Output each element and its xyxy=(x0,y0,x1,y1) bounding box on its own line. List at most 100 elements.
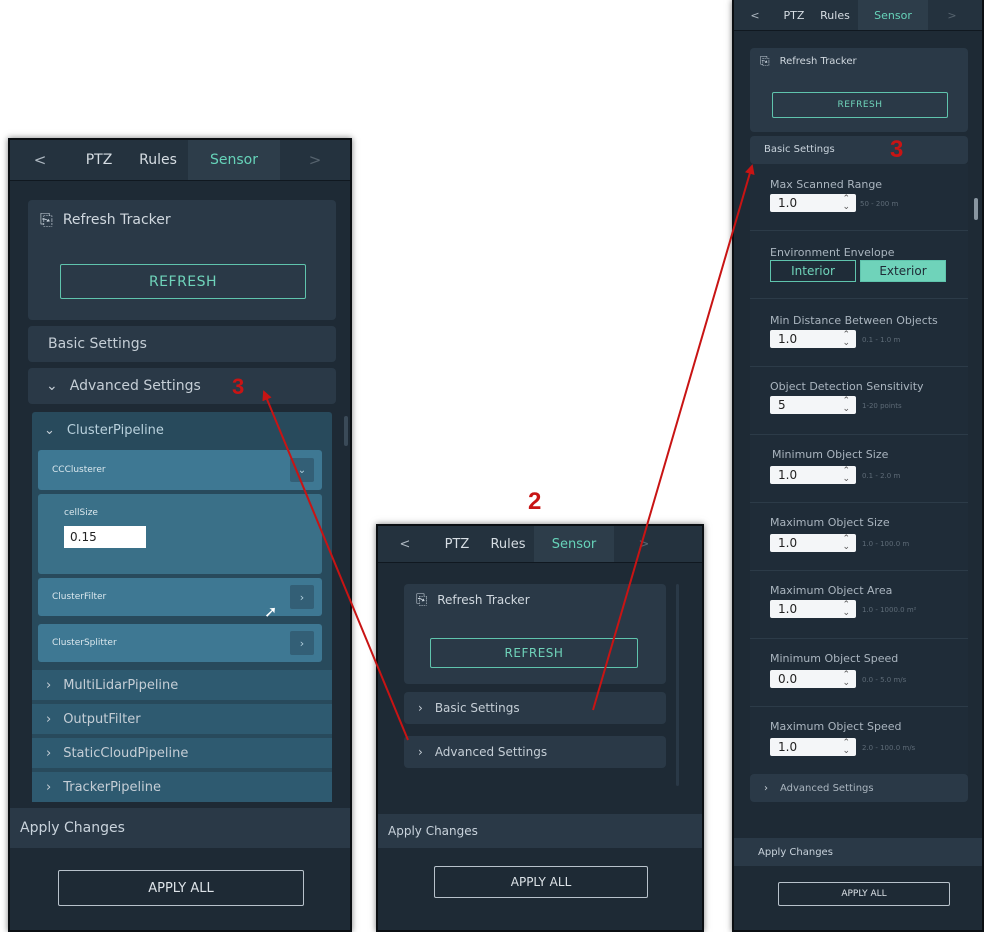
chevron-right-icon[interactable]: › xyxy=(290,631,314,655)
spinner-arrows-icon[interactable]: ⌃ ⌄ xyxy=(842,601,850,618)
spinner-arrows-icon[interactable]: ⌃ ⌄ xyxy=(842,195,850,212)
tracker-icon: ⎘ xyxy=(416,592,428,608)
apply-changes-title: Apply Changes xyxy=(758,846,833,858)
scrollbar[interactable] xyxy=(344,416,348,446)
tab-back-arrow[interactable]: < xyxy=(10,140,70,180)
tab-forward-arrow[interactable]: > xyxy=(614,526,674,562)
basic-settings-header[interactable]: Basic Settings xyxy=(750,136,968,164)
max-object-speed-input[interactable]: 1.0 ⌃ ⌄ xyxy=(770,738,856,756)
tab-sensor[interactable]: Sensor xyxy=(534,526,614,562)
tab-forward-arrow[interactable]: > xyxy=(928,0,976,30)
max-object-size-value: 1.0 xyxy=(778,536,798,550)
detection-sensitivity-label: Object Detection Sensitivity xyxy=(770,380,924,393)
refresh-button[interactable]: REFRESH xyxy=(772,92,948,118)
chevron-right-icon[interactable]: › xyxy=(290,585,314,609)
tab-rules[interactable]: Rules xyxy=(128,140,188,180)
tab-ptz[interactable]: PTZ xyxy=(70,140,128,180)
advanced-settings-row[interactable]: › Advanced Settings xyxy=(404,736,666,768)
advanced-settings-row[interactable]: ⌄ Advanced Settings xyxy=(28,368,336,404)
min-distance-hint: 0.1 - 1.0 m xyxy=(862,336,901,344)
divider xyxy=(750,570,968,571)
apply-all-button[interactable]: APPLY ALL xyxy=(434,866,648,898)
cc-clusterer-row[interactable]: CCClusterer ⌄ xyxy=(38,450,322,490)
scrollbar[interactable] xyxy=(974,198,978,220)
interior-toggle[interactable]: Interior xyxy=(770,260,856,282)
basic-settings-row[interactable]: › Basic Settings xyxy=(404,692,666,724)
apply-changes-bar: Apply Changes xyxy=(734,838,982,866)
max-object-size-input[interactable]: 1.0 ⌃ ⌄ xyxy=(770,534,856,552)
tab-forward-arrow[interactable]: > xyxy=(280,140,350,180)
spinner-arrows-icon[interactable]: ⌃ ⌄ xyxy=(842,535,850,552)
chevron-right-icon: › xyxy=(418,701,423,715)
output-filter-row[interactable]: › OutputFilter xyxy=(32,704,332,734)
chevron-right-icon: › xyxy=(46,677,52,693)
tracker-pipeline-row[interactable]: › TrackerPipeline xyxy=(32,772,332,802)
tab-ptz[interactable]: PTZ xyxy=(432,526,482,562)
max-scanned-range-value: 1.0 xyxy=(778,196,798,210)
max-scanned-range-input[interactable]: 1.0 ⌃ ⌄ xyxy=(770,194,856,212)
refresh-tracker-title: Refresh Tracker xyxy=(437,593,530,607)
min-distance-input[interactable]: 1.0 ⌃ ⌄ xyxy=(770,330,856,348)
chevron-down-icon: ⌄ xyxy=(46,378,58,394)
max-object-speed-label: Maximum Object Speed xyxy=(770,720,902,733)
tab-bar: < PTZ Rules Sensor > xyxy=(378,526,702,563)
min-object-speed-input[interactable]: 0.0 ⌃ ⌄ xyxy=(770,670,856,688)
refresh-button[interactable]: REFRESH xyxy=(430,638,638,668)
cluster-filter-row[interactable]: ClusterFilter › xyxy=(38,578,322,616)
spinner-arrows-icon[interactable]: ⌃ ⌄ xyxy=(842,331,850,348)
step-2-label: 2 xyxy=(528,488,542,515)
basic-settings-row[interactable]: Basic Settings xyxy=(28,326,336,362)
detection-sensitivity-value: 5 xyxy=(778,398,786,412)
refresh-tracker-title: Refresh Tracker xyxy=(779,56,857,67)
tab-sensor[interactable]: Sensor xyxy=(188,140,280,180)
max-object-area-label: Maximum Object Area xyxy=(770,584,893,597)
min-distance-label: Min Distance Between Objects xyxy=(770,314,938,327)
chevron-down-icon: ⌄ xyxy=(44,422,55,438)
tab-sensor[interactable]: Sensor xyxy=(858,0,928,30)
max-scanned-range-label: Max Scanned Range xyxy=(770,178,883,191)
tab-ptz[interactable]: PTZ xyxy=(776,0,812,30)
advanced-settings-row[interactable]: › Advanced Settings xyxy=(750,774,968,802)
basic-settings-label: Basic Settings xyxy=(764,144,835,155)
max-object-area-input[interactable]: 1.0 ⌃ ⌄ xyxy=(770,600,856,618)
apply-all-button[interactable]: APPLY ALL xyxy=(778,882,950,906)
max-object-area-hint: 1.0 - 1000.0 m² xyxy=(862,606,917,614)
right-panel: < PTZ Rules Sensor > ⎘ Refresh Tracker R… xyxy=(732,0,984,932)
spinner-arrows-icon[interactable]: ⌃ ⌄ xyxy=(842,467,850,484)
static-cloud-row[interactable]: › StaticCloudPipeline xyxy=(32,738,332,768)
min-object-size-input[interactable]: 1.0 ⌃ ⌄ xyxy=(770,466,856,484)
refresh-tracker-title: Refresh Tracker xyxy=(62,212,171,228)
chevron-down-icon[interactable]: ⌄ xyxy=(290,458,314,482)
exterior-toggle[interactable]: Exterior xyxy=(860,260,946,282)
cluster-splitter-row[interactable]: ClusterSplitter › xyxy=(38,624,322,662)
spinner-arrows-icon[interactable]: ⌃ ⌄ xyxy=(842,739,850,756)
apply-all-button[interactable]: APPLY ALL xyxy=(58,870,304,906)
output-filter-label: OutputFilter xyxy=(63,711,141,727)
multi-lidar-row[interactable]: › MultiLidarPipeline xyxy=(32,670,332,700)
chevron-right-icon: › xyxy=(418,745,423,759)
divider xyxy=(750,298,968,299)
min-object-speed-value: 0.0 xyxy=(778,672,798,686)
middle-panel: < PTZ Rules Sensor > ⎘ Refresh Tracker R… xyxy=(376,524,704,932)
basic-settings-label-row: › Basic Settings xyxy=(418,692,520,724)
cell-size-input[interactable]: 0.15 xyxy=(64,526,146,548)
basic-settings-label: Basic Settings xyxy=(48,336,147,352)
max-object-size-label: Maximum Object Size xyxy=(770,516,890,529)
spinner-arrows-icon[interactable]: ⌃ ⌄ xyxy=(842,671,850,688)
basic-settings-label: Basic Settings xyxy=(434,701,520,715)
tab-rules[interactable]: Rules xyxy=(812,0,858,30)
tab-back-arrow[interactable]: < xyxy=(734,0,776,30)
refresh-tracker-section: ⎘ Refresh Tracker REFRESH xyxy=(28,200,336,320)
refresh-button[interactable]: REFRESH xyxy=(60,264,306,299)
apply-changes-bar: Apply Changes xyxy=(378,814,702,848)
step-3-left-label: 3 xyxy=(232,374,245,399)
spinner-arrows-icon[interactable]: ⌃ ⌄ xyxy=(842,397,850,414)
cluster-pipeline-row[interactable]: ⌄ ClusterPipeline xyxy=(44,416,164,444)
static-cloud-label: StaticCloudPipeline xyxy=(63,745,189,761)
tab-back-arrow[interactable]: < xyxy=(378,526,432,562)
min-object-size-label: Minimum Object Size xyxy=(772,448,889,461)
chevron-right-icon: › xyxy=(46,779,52,795)
scrollbar[interactable] xyxy=(676,584,679,786)
tab-rules[interactable]: Rules xyxy=(482,526,534,562)
detection-sensitivity-input[interactable]: 5 ⌃ ⌄ xyxy=(770,396,856,414)
